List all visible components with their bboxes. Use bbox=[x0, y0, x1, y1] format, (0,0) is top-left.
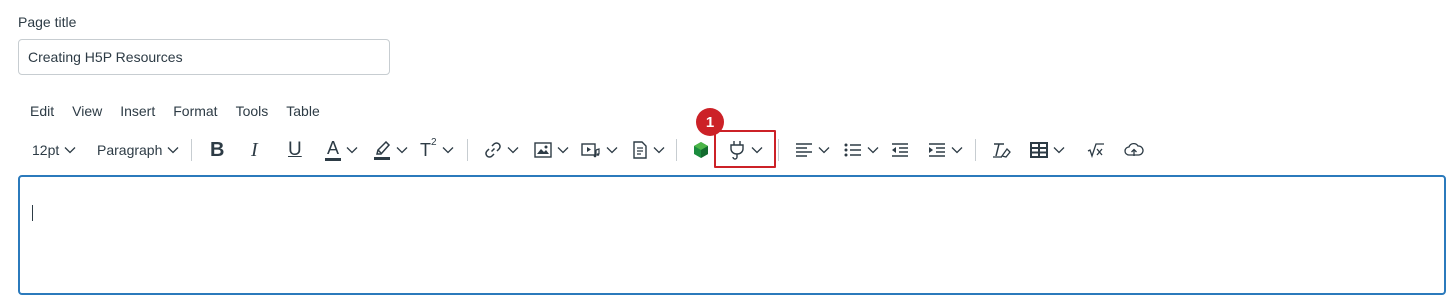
superscript-icon: T 2 bbox=[420, 136, 437, 160]
page-title-label: Page title bbox=[18, 14, 77, 30]
bullet-list-icon bbox=[844, 143, 861, 157]
highlight-color-button[interactable] bbox=[373, 134, 408, 166]
table-icon bbox=[1030, 142, 1048, 158]
image-icon bbox=[534, 142, 552, 158]
rich-content-editor[interactable] bbox=[18, 175, 1446, 295]
image-button[interactable] bbox=[534, 134, 569, 166]
cloud-icon bbox=[1124, 142, 1144, 156]
text-color-icon: A bbox=[325, 139, 341, 161]
link-icon bbox=[485, 142, 501, 158]
chevron-down-icon bbox=[606, 147, 618, 154]
clear-formatting-icon bbox=[993, 143, 1011, 158]
text-color-swatch bbox=[325, 158, 341, 161]
editor-menubar: Edit View Insert Format Tools Table bbox=[21, 101, 329, 121]
chevron-down-icon bbox=[442, 147, 454, 154]
underline-button[interactable]: U bbox=[288, 134, 302, 166]
step-badge: 1 bbox=[696, 108, 724, 136]
h5p-logo-icon bbox=[694, 142, 708, 158]
document-button[interactable] bbox=[632, 134, 665, 166]
media-button[interactable] bbox=[581, 134, 618, 166]
toolbar-divider bbox=[191, 139, 192, 161]
align-left-icon bbox=[796, 143, 812, 157]
block-format-value: Paragraph bbox=[97, 142, 163, 158]
italic-icon: I bbox=[251, 138, 258, 161]
underline-icon: U bbox=[288, 139, 302, 160]
square-root-icon bbox=[1087, 143, 1104, 158]
indent-icon bbox=[929, 143, 945, 157]
text-color-button[interactable]: A bbox=[325, 134, 358, 166]
chevron-down-icon bbox=[167, 147, 179, 154]
indent-button[interactable] bbox=[928, 134, 963, 166]
chevron-down-icon bbox=[64, 147, 76, 154]
highlight-swatch bbox=[374, 156, 390, 160]
menu-edit[interactable]: Edit bbox=[21, 101, 63, 121]
menu-view[interactable]: View bbox=[63, 101, 111, 121]
align-button[interactable] bbox=[795, 134, 830, 166]
highlight-box bbox=[714, 130, 776, 168]
block-format-select[interactable]: Paragraph bbox=[97, 134, 179, 166]
document-icon bbox=[633, 141, 647, 159]
chevron-down-icon bbox=[1053, 147, 1065, 154]
outdent-button[interactable] bbox=[891, 134, 909, 166]
font-size-select[interactable]: 12pt bbox=[32, 134, 76, 166]
bullet-list-button[interactable] bbox=[844, 134, 879, 166]
toolbar-divider bbox=[676, 139, 677, 161]
math-equation-button[interactable] bbox=[1087, 134, 1105, 166]
menu-tools[interactable]: Tools bbox=[227, 101, 278, 121]
bold-icon: B bbox=[210, 138, 225, 161]
font-size-value: 12pt bbox=[32, 142, 60, 158]
bold-button[interactable]: B bbox=[210, 134, 224, 166]
chevron-down-icon bbox=[507, 147, 519, 154]
chevron-down-icon bbox=[557, 147, 569, 154]
table-button[interactable] bbox=[1030, 134, 1065, 166]
menu-format[interactable]: Format bbox=[164, 101, 226, 121]
text-cursor bbox=[32, 205, 33, 221]
outdent-icon bbox=[892, 143, 908, 157]
cloud-upload-button[interactable] bbox=[1124, 134, 1144, 166]
h5p-button[interactable] bbox=[692, 134, 710, 166]
chevron-down-icon bbox=[396, 147, 408, 154]
chevron-down-icon bbox=[818, 147, 830, 154]
menu-insert[interactable]: Insert bbox=[111, 101, 164, 121]
chevron-down-icon bbox=[867, 147, 879, 154]
superscript-button[interactable]: T 2 bbox=[420, 134, 454, 166]
chevron-down-icon bbox=[653, 147, 665, 154]
highlighter-icon bbox=[373, 140, 391, 160]
link-button[interactable] bbox=[484, 134, 519, 166]
toolbar-divider bbox=[467, 139, 468, 161]
italic-button[interactable]: I bbox=[251, 134, 258, 166]
toolbar-divider bbox=[975, 139, 976, 161]
toolbar-divider bbox=[778, 139, 779, 161]
chevron-down-icon bbox=[346, 147, 358, 154]
clear-formatting-button[interactable] bbox=[992, 134, 1012, 166]
page-title-input[interactable] bbox=[18, 39, 390, 75]
chevron-down-icon bbox=[951, 147, 963, 154]
menu-table[interactable]: Table bbox=[277, 101, 328, 121]
media-icon bbox=[581, 143, 600, 158]
